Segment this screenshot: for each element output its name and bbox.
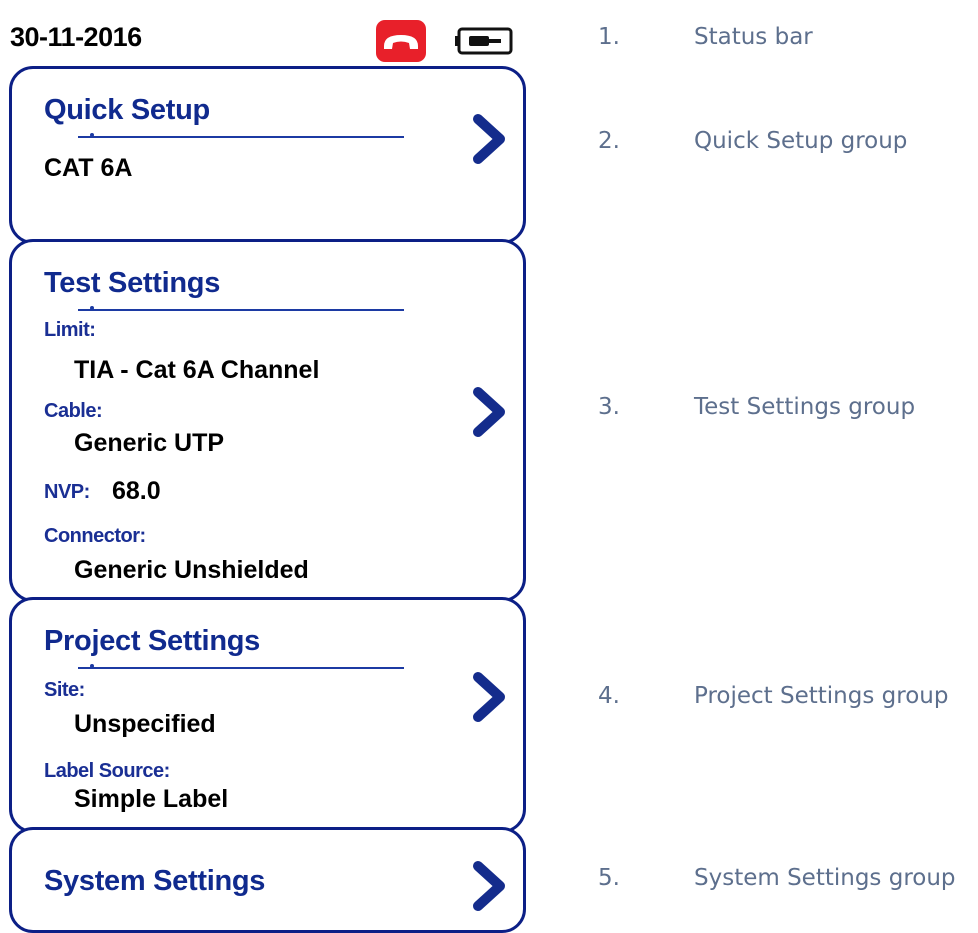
label-source-label: Label Source: (44, 760, 170, 782)
legend-text: Quick Setup group (694, 128, 908, 154)
quick-setup-title: Quick Setup (44, 94, 210, 126)
label-source-value: Simple Label (74, 785, 229, 813)
nvp-value: 68.0 (112, 477, 161, 505)
limit-value: TIA - Cat 6A Channel (74, 356, 320, 384)
nvp-label: NVP: (44, 481, 90, 503)
quick-setup-group[interactable]: Quick Setup CAT 6A (9, 66, 526, 244)
legend-number: 1. (598, 24, 620, 50)
test-settings-group[interactable]: Test Settings Limit: TIA - Cat 6A Channe… (9, 239, 526, 602)
tester-screen: 30-11-2016 Quick Setup CAT 6A Test Setti… (0, 0, 545, 933)
system-settings-group[interactable]: System Settings (9, 827, 526, 933)
cable-value: Generic UTP (74, 429, 225, 457)
legend-text: Test Settings group (694, 394, 916, 420)
project-settings-title: Project Settings (44, 625, 260, 657)
cable-label: Cable: (44, 400, 103, 422)
legend-number: 4. (598, 683, 620, 709)
chevron-right-icon[interactable] (470, 671, 510, 723)
legend-number: 3. (598, 394, 620, 420)
title-divider (78, 664, 404, 669)
chevron-right-icon[interactable] (470, 860, 510, 912)
legend-number: 2. (598, 128, 620, 154)
connector-value: Generic Unshielded (74, 556, 309, 584)
legend-number: 5. (598, 865, 620, 891)
site-value: Unspecified (74, 710, 216, 738)
quick-setup-value: CAT 6A (44, 154, 133, 182)
chevron-right-icon[interactable] (470, 386, 510, 438)
connector-label: Connector: (44, 525, 146, 547)
limit-label: Limit: (44, 319, 96, 341)
status-date: 30-11-2016 (10, 22, 142, 52)
test-settings-title: Test Settings (44, 267, 221, 299)
site-label: Site: (44, 679, 85, 701)
hangup-phone-icon[interactable] (376, 20, 426, 62)
legend-text: Project Settings group (694, 683, 949, 709)
title-divider (78, 133, 404, 138)
legend-text: System Settings group (694, 865, 956, 891)
system-settings-title: System Settings (44, 865, 266, 897)
battery-icon (455, 27, 513, 55)
legend-text: Status bar (694, 24, 813, 50)
title-divider (78, 306, 404, 311)
project-settings-group[interactable]: Project Settings Site: Unspecified Label… (9, 597, 526, 833)
chevron-right-icon[interactable] (470, 113, 510, 165)
status-bar: 30-11-2016 (0, 0, 545, 70)
